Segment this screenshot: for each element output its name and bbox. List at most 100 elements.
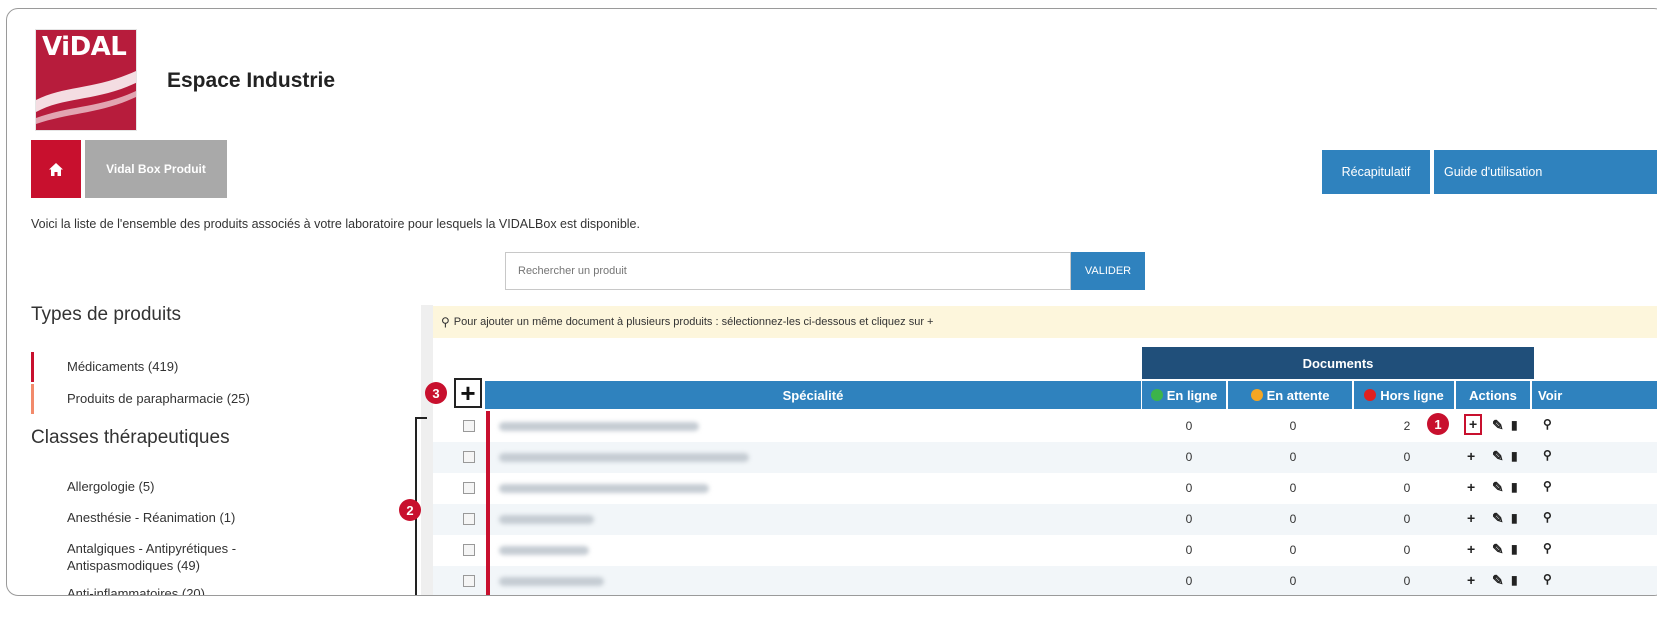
row-category-bar	[486, 566, 490, 595]
documents-header: Documents	[1142, 347, 1534, 379]
plus-icon[interactable]: +	[1464, 414, 1483, 435]
sidebar-item-medicaments[interactable]: Médicaments (419)	[67, 359, 178, 374]
cell-en-attente: 0	[1289, 543, 1297, 557]
plus-icon[interactable]: +	[1467, 541, 1475, 557]
cell-en-ligne: 0	[1185, 450, 1193, 464]
col-en-ligne[interactable]: En ligne	[1142, 381, 1226, 409]
cell-hors-ligne: 0	[1403, 481, 1411, 495]
pencil-icon[interactable]: ✎	[1492, 572, 1504, 589]
type-bar-parapharmacie	[31, 384, 34, 414]
cell-en-ligne: 0	[1185, 419, 1193, 433]
magnifier-icon[interactable]: ⚲	[1543, 572, 1552, 586]
red-dot-icon	[1364, 389, 1377, 401]
search-input[interactable]	[505, 252, 1071, 290]
col-en-attente[interactable]: En attente	[1228, 381, 1352, 409]
pencil-icon[interactable]: ✎	[1492, 479, 1504, 496]
app-window: ViDAL Espace Industrie Vidal Box Produit…	[6, 8, 1657, 596]
magnifier-icon[interactable]: ⚲	[1543, 417, 1552, 431]
col-specialite[interactable]: Spécialité	[485, 381, 1141, 409]
product-name-redacted	[499, 546, 589, 555]
cell-hors-ligne: 0	[1403, 574, 1411, 588]
trash-icon[interactable]: ▮	[1511, 480, 1518, 494]
cell-en-attente: 0	[1289, 512, 1297, 526]
row-checkbox[interactable]	[463, 451, 475, 463]
row-category-bar	[486, 504, 490, 535]
row-checkbox[interactable]	[463, 513, 475, 525]
row-checkbox[interactable]	[463, 575, 475, 587]
sidebar-item-antalgiques[interactable]: Antalgiques - Antipyrétiques -	[67, 541, 236, 556]
breadcrumb-vidal-box-produit[interactable]: Vidal Box Produit	[85, 140, 227, 198]
pencil-icon[interactable]: ✎	[1492, 541, 1504, 558]
row-checkbox[interactable]	[463, 544, 475, 556]
cell-en-ligne: 0	[1185, 512, 1193, 526]
row-category-bar	[486, 442, 490, 473]
cell-en-attente: 0	[1289, 450, 1297, 464]
col-en-attente-label: En attente	[1266, 387, 1330, 403]
row-category-bar	[486, 473, 490, 504]
magnifier-icon[interactable]: ⚲	[1543, 541, 1552, 555]
plus-icon[interactable]: +	[1467, 448, 1475, 464]
row-category-bar	[486, 535, 490, 566]
trash-icon[interactable]: ▮	[1511, 542, 1518, 556]
tip-text: Pour ajouter un même document à plusieur…	[453, 316, 934, 328]
home-icon	[49, 162, 63, 176]
row-checkbox[interactable]	[463, 482, 475, 494]
trash-icon[interactable]: ▮	[1511, 573, 1518, 587]
page-title: Espace Industrie	[167, 69, 336, 92]
annotation-badge-2: 2	[399, 499, 421, 521]
table-row: 0 0 0 + ✎ ▮ ⚲	[433, 535, 1657, 566]
cell-en-ligne: 0	[1185, 574, 1193, 588]
table-row: 0 0 0 + ✎ ▮ ⚲	[433, 566, 1657, 595]
pencil-icon[interactable]: ✎	[1492, 448, 1504, 465]
sidebar-item-anesthesie[interactable]: Anesthésie - Réanimation (1)	[67, 510, 235, 525]
validate-button[interactable]: VALIDER	[1071, 252, 1145, 290]
sidebar-item-anti-inflammatoires[interactable]: Anti-inflammatoires (20)	[67, 586, 205, 595]
cell-hors-ligne: 0	[1403, 543, 1411, 557]
magnifier-icon[interactable]: ⚲	[1543, 510, 1552, 524]
col-hors-ligne[interactable]: Hors ligne	[1354, 381, 1454, 409]
table-row: 0 0 0 + ✎ ▮ ⚲	[433, 504, 1657, 535]
intro-text: Voici la liste de l'ensemble des produit…	[31, 217, 640, 231]
logo-text: ViDAL	[42, 32, 127, 62]
annotation-badge-3: 3	[425, 382, 447, 404]
classes-heading: Classes thérapeutiques	[31, 427, 230, 448]
bulk-add-button[interactable]: +	[454, 378, 482, 408]
green-dot-icon	[1150, 389, 1163, 401]
cell-en-ligne: 0	[1185, 543, 1193, 557]
orange-dot-icon	[1250, 389, 1263, 401]
magnifier-icon[interactable]: ⚲	[1543, 448, 1552, 462]
cell-en-attente: 0	[1289, 574, 1297, 588]
annotation-badge-1: 1	[1427, 413, 1449, 435]
types-heading: Types de produits	[31, 304, 181, 325]
product-name-redacted	[499, 453, 749, 462]
row-category-bar	[486, 411, 490, 442]
col-en-ligne-label: En ligne	[1166, 387, 1218, 403]
col-voir: Voir	[1532, 381, 1657, 409]
col-actions: Actions	[1456, 381, 1530, 409]
plus-icon[interactable]: +	[1467, 510, 1475, 526]
pencil-icon[interactable]: ✎	[1492, 417, 1504, 434]
plus-icon[interactable]: +	[1467, 479, 1475, 495]
cell-en-attente: 0	[1289, 419, 1297, 433]
product-name-redacted	[499, 515, 594, 524]
row-checkbox[interactable]	[463, 420, 475, 432]
sidebar-item-antalgiques-cont[interactable]: Antispasmodiques (49)	[67, 558, 200, 573]
home-button[interactable]	[31, 140, 81, 198]
pencil-icon[interactable]: ✎	[1492, 510, 1504, 527]
type-bar-medicaments	[31, 352, 34, 382]
guide-button[interactable]: Guide d'utilisation	[1434, 150, 1657, 194]
product-name-redacted	[499, 484, 709, 493]
cell-hors-ligne: 0	[1403, 450, 1411, 464]
magnifier-icon[interactable]: ⚲	[1543, 479, 1552, 493]
sidebar-item-parapharmacie[interactable]: Produits de parapharmacie (25)	[67, 391, 250, 406]
table-row: 0 0 2 + ✎ ▮ ⚲	[433, 411, 1657, 442]
product-name-redacted	[499, 422, 699, 431]
trash-icon[interactable]: ▮	[1511, 418, 1518, 432]
recap-button[interactable]: Récapitulatif	[1322, 150, 1430, 194]
trash-icon[interactable]: ▮	[1511, 511, 1518, 525]
tip-banner: ⚲ Pour ajouter un même document à plusie…	[433, 306, 1657, 338]
plus-icon[interactable]: +	[1467, 572, 1475, 588]
trash-icon[interactable]: ▮	[1511, 449, 1518, 463]
sidebar-item-allergologie[interactable]: Allergologie (5)	[67, 479, 154, 494]
vidal-logo: ViDAL	[35, 29, 137, 131]
